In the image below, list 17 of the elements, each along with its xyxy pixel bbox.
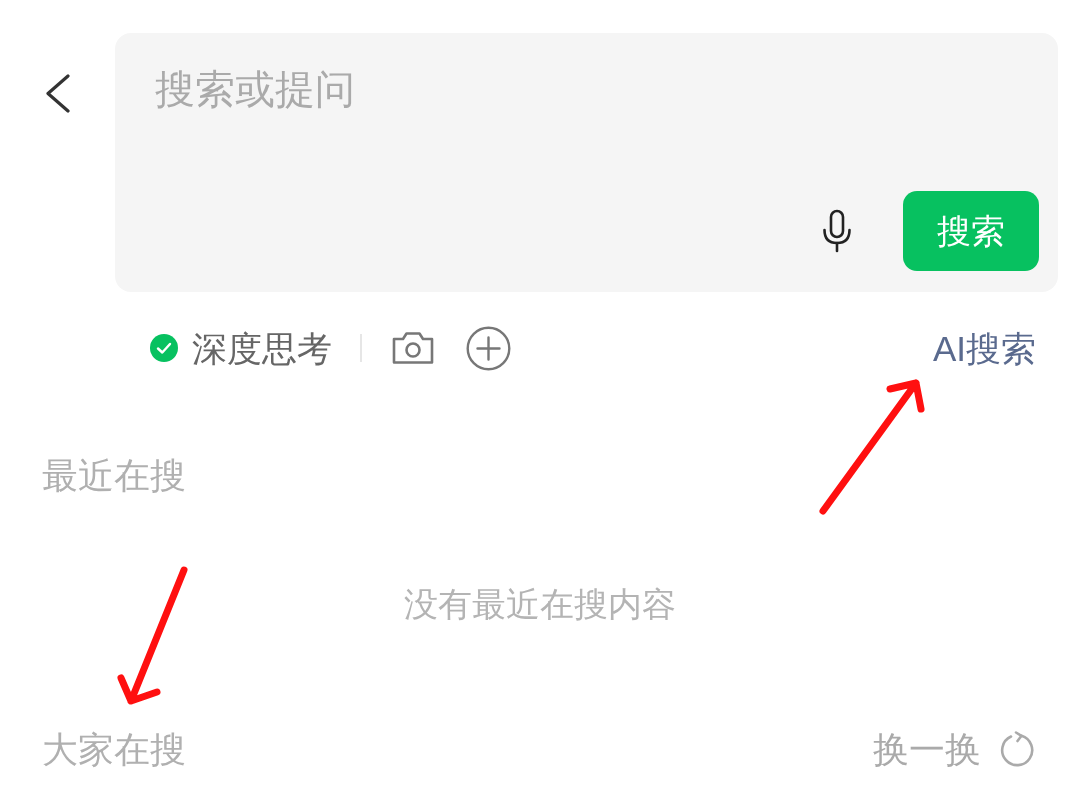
microphone-button[interactable]	[821, 209, 853, 253]
section-title: 最近在搜	[42, 455, 186, 497]
camera-button[interactable]	[391, 331, 435, 365]
back-chevron-icon	[44, 74, 71, 113]
plus-circle-icon	[466, 325, 511, 371]
ai-search-link[interactable]: AI搜索	[932, 330, 1036, 366]
section-title: 大家在搜	[42, 729, 186, 771]
microphone-icon	[821, 209, 853, 253]
empty-message: 没有最近在搜内容	[404, 584, 676, 624]
back-button[interactable]	[44, 74, 71, 113]
search-input[interactable]: 搜索或提问	[155, 61, 1018, 117]
camera-icon	[391, 331, 435, 365]
annotation-arrow-icon	[115, 563, 190, 708]
annotation-arrow-icon	[816, 376, 928, 517]
deep-thinking-toggle[interactable]: 深度思考	[150, 330, 332, 366]
refresh-icon	[999, 731, 1035, 769]
add-button[interactable]	[466, 325, 511, 371]
